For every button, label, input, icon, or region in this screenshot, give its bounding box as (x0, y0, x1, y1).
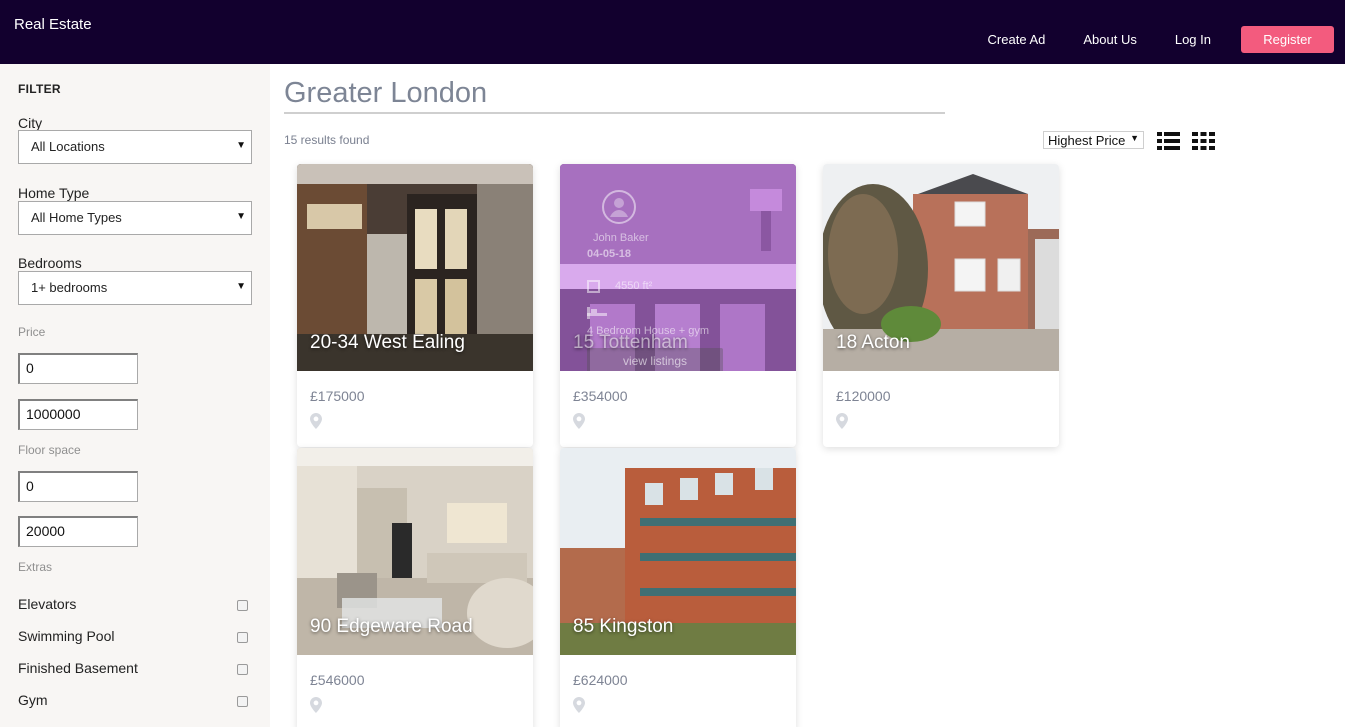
listing-price: £120000 (836, 388, 891, 404)
bedrooms-select[interactable]: 1+ bedrooms ▼ (18, 271, 252, 305)
home-type-select[interactable]: All Home Types ▼ (18, 201, 252, 235)
gym-checkbox[interactable] (237, 696, 248, 707)
nav-log-in[interactable]: Log In (1175, 26, 1211, 53)
extra-gym-label: Gym (18, 692, 48, 708)
map-pin-icon (836, 413, 848, 429)
listing-title[interactable]: 20-34 West Ealing (310, 332, 465, 354)
extras-label: Extras (18, 560, 53, 574)
filter-sidebar: FILTER City All Locations ▼ Home Type Al… (0, 64, 270, 727)
listing-card[interactable]: John Baker 04-05-18 4550 ft² 4 Bedroom H… (560, 164, 796, 447)
chevron-down-icon: ▼ (236, 211, 246, 222)
bedrooms-select-value: 1+ bedrooms (31, 280, 108, 295)
listing-price: £624000 (573, 672, 628, 688)
home-type-select-value: All Home Types (31, 210, 122, 225)
filter-heading: FILTER (18, 82, 61, 96)
listing-price: £175000 (310, 388, 365, 404)
listing-date: 04-05-18 (587, 248, 632, 260)
list-view-icon[interactable] (1157, 132, 1180, 150)
map-pin-icon (573, 413, 585, 429)
floor-space-label: Floor space (18, 443, 81, 457)
listing-card[interactable]: 20-34 West Ealing £175000 (297, 164, 533, 447)
map-pin-icon (310, 697, 322, 713)
agent-name: John Baker (593, 232, 649, 244)
listing-card[interactable]: 85 Kingston £624000 (560, 448, 796, 727)
top-navbar: Real Estate Create Ad About Us Log In Re… (0, 0, 1345, 64)
extra-finished-basement-label: Finished Basement (18, 660, 138, 676)
extra-elevators-label: Elevators (18, 596, 77, 612)
floor-space-min-input[interactable]: 0 (18, 471, 138, 502)
finished-basement-checkbox[interactable] (237, 664, 248, 675)
chevron-down-icon: ▼ (236, 140, 246, 151)
results-count: 15 results found (284, 133, 370, 147)
register-button[interactable]: Register (1241, 26, 1334, 53)
city-select[interactable]: All Locations ▼ (18, 130, 252, 164)
listing-title[interactable]: 90 Edgeware Road (310, 616, 473, 638)
page-title: Greater London (284, 77, 488, 109)
swimming-pool-checkbox[interactable] (237, 632, 248, 643)
listing-price: £546000 (310, 672, 365, 688)
listing-card[interactable]: 18 Acton £120000 (823, 164, 1059, 447)
price-min-input[interactable]: 0 (18, 353, 138, 384)
map-pin-icon (573, 697, 585, 713)
listing-title[interactable]: 85 Kingston (573, 616, 673, 638)
bed-icon (587, 307, 607, 319)
avatar (602, 190, 636, 224)
home-type-label: Home Type (18, 185, 90, 201)
sort-select[interactable]: Highest Price ▼ (1043, 131, 1144, 149)
listing-title[interactable]: 18 Acton (836, 332, 910, 354)
bedrooms-label: Bedrooms (18, 255, 82, 271)
nav-about-us[interactable]: About Us (1083, 26, 1136, 53)
listing-title[interactable]: 15 Tottenham (573, 332, 688, 354)
listing-price: £354000 (573, 388, 628, 404)
map-pin-icon (310, 413, 322, 429)
listing-card[interactable]: 90 Edgeware Road £546000 (297, 448, 533, 727)
city-label: City (18, 115, 43, 131)
elevators-checkbox[interactable] (237, 600, 248, 611)
price-label: Price (18, 325, 46, 339)
floor-area-icon (587, 280, 600, 293)
brand-logo[interactable]: Real Estate (14, 16, 92, 33)
floor-space-max-input[interactable]: 20000 (18, 516, 138, 547)
chevron-down-icon: ▼ (236, 281, 246, 292)
title-divider (284, 112, 945, 114)
nav-create-ad[interactable]: Create Ad (988, 26, 1046, 53)
city-select-value: All Locations (31, 139, 105, 154)
extra-swimming-pool-label: Swimming Pool (18, 628, 115, 644)
floor-area: 4550 ft² (615, 280, 653, 292)
sort-select-value: Highest Price (1048, 133, 1126, 148)
grid-view-icon[interactable] (1192, 132, 1215, 150)
chevron-down-icon: ▼ (1130, 133, 1139, 143)
price-max-input[interactable]: 1000000 (18, 399, 138, 430)
nav-links: Create Ad About Us Log In Register (950, 26, 1334, 53)
